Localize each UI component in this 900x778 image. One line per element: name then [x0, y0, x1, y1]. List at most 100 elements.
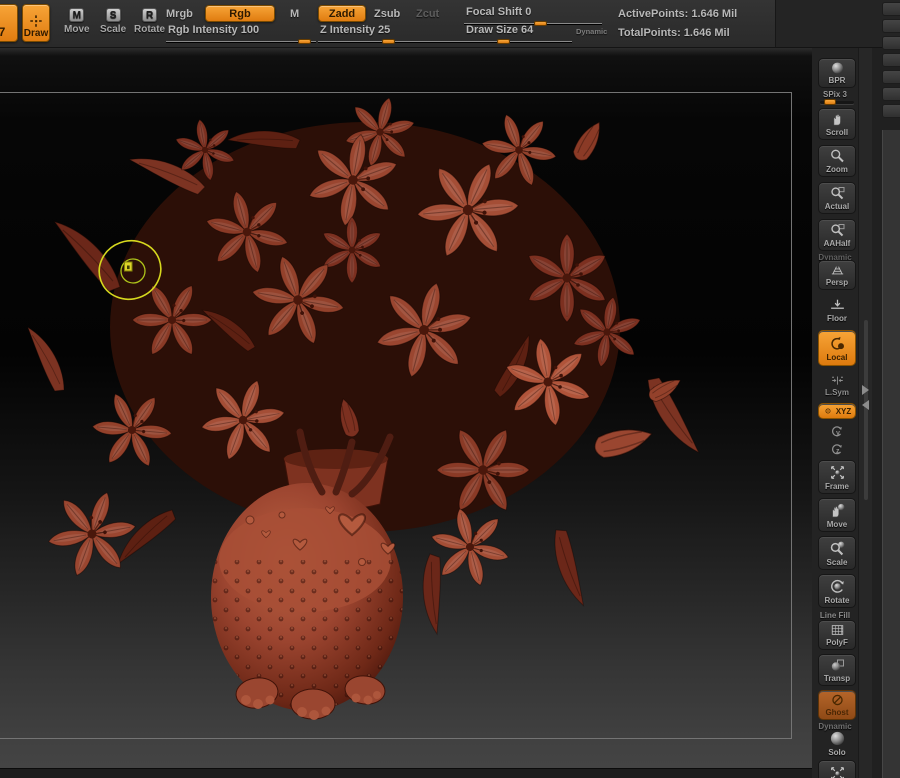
- aahalf-label: AAHalf: [823, 239, 851, 248]
- bottom-icon-bar[interactable]: [0, 768, 812, 778]
- rgb-intensity-label: Rgb Intensity 100: [168, 24, 260, 36]
- z-intensity-track: [318, 41, 480, 42]
- xyz-label: XYZ: [835, 406, 852, 416]
- move-badge-icon: M: [69, 8, 85, 22]
- frame-icon: [829, 765, 846, 778]
- scale-tool-label: Scale: [100, 24, 127, 35]
- shelf-solo-button[interactable]: Solo: [818, 730, 856, 757]
- rgb-intensity-track: [166, 41, 316, 42]
- local-symmetry-icon: [830, 374, 845, 387]
- frame-icon: [829, 464, 846, 481]
- bottom-icon-stub[interactable]: [240, 772, 252, 778]
- shelf-xyz-button[interactable]: XYZ: [818, 403, 856, 419]
- shelf-rotate-y-button[interactable]: y: [818, 424, 856, 438]
- draw-size-slider[interactable]: Draw Size 64: [464, 24, 572, 44]
- bottom-icon-stub[interactable]: [166, 772, 178, 778]
- zbrush-app: 7 Draw M Move S Scale R Rotate Mrgb Rgb …: [0, 0, 900, 778]
- tray-divider[interactable]: [858, 48, 872, 778]
- focal-shift-slider[interactable]: Focal Shift 0: [464, 6, 602, 26]
- line-fill-label: Line Fill: [819, 611, 851, 620]
- rotate-y-icon: y: [830, 424, 844, 437]
- right-tray-edge: [872, 48, 900, 778]
- floor-label: Floor: [827, 314, 847, 323]
- rotate-tool-label: Rotate: [134, 24, 166, 35]
- total-points-value: TotalPoints: 1.646 Mil: [618, 27, 730, 39]
- bottom-icon-stub[interactable]: [392, 772, 404, 778]
- scale-label: Scale: [826, 557, 848, 567]
- transp-label: Transp: [823, 674, 851, 683]
- lsym-label: L.Sym: [824, 388, 849, 397]
- rgb-intensity-slider[interactable]: Rgb Intensity 100: [166, 24, 316, 44]
- shelf-partial-button[interactable]: [818, 760, 856, 778]
- shelf-scrollbar[interactable]: [864, 320, 868, 500]
- bottom-icon-stub[interactable]: [318, 772, 330, 778]
- spix-label: SPix 3: [822, 90, 847, 99]
- mrgb-mode-button[interactable]: Mrgb: [166, 8, 193, 20]
- move-tool-label: Move: [64, 24, 90, 35]
- spix-slider[interactable]: [818, 99, 856, 105]
- bottom-icon-stub[interactable]: [718, 772, 730, 778]
- shelf-actual-button[interactable]: Actual: [818, 182, 856, 214]
- frame-label: Frame: [824, 481, 849, 491]
- draw-size-handle[interactable]: [496, 39, 510, 44]
- bpr-label: BPR: [828, 76, 846, 85]
- shelf-local-button[interactable]: Local: [818, 330, 856, 366]
- rotate-label: Rotate: [824, 595, 850, 605]
- svg-text:y: y: [836, 430, 840, 437]
- polyf-label: PolyF: [826, 638, 848, 647]
- transparency-icon: [829, 657, 846, 673]
- bottom-icon-stub[interactable]: [52, 772, 64, 778]
- local-label: Local: [826, 352, 848, 362]
- shelf-aahalf-button[interactable]: AAHalf: [818, 219, 856, 251]
- right-shelf: BPR SPix 3 Scroll Zoom Actual AAHalf Dyn…: [812, 48, 858, 778]
- rgb-intensity-handle[interactable]: [298, 39, 311, 44]
- shelf-floor-button[interactable]: Floor: [818, 296, 856, 323]
- shelf-zoom-button[interactable]: Zoom: [818, 145, 856, 177]
- magnifier-doc-icon: [829, 222, 846, 238]
- render-sphere-icon: [829, 61, 846, 75]
- z-intensity-slider[interactable]: Z Intensity 25: [318, 24, 480, 44]
- move-label: Move: [826, 519, 848, 529]
- shelf-scale-button[interactable]: Scale: [818, 536, 856, 570]
- spix-handle[interactable]: [824, 99, 837, 105]
- sculpt-model[interactable]: [0, 92, 795, 739]
- shelf-transp-button[interactable]: Transp: [818, 654, 856, 686]
- top-toolbar: 7 Draw M Move S Scale R Rotate Mrgb Rgb …: [0, 0, 775, 48]
- zoom-label: Zoom: [826, 165, 848, 174]
- zcut-mode-button[interactable]: Zcut: [416, 8, 439, 20]
- rotate-sphere-icon: [829, 578, 846, 595]
- shelf-polyf-button[interactable]: PolyF: [818, 620, 856, 650]
- shelf-frame-button[interactable]: Frame: [818, 460, 856, 494]
- rotate-tool-button[interactable]: R Rotate: [128, 7, 171, 36]
- z-intensity-label: Z Intensity 25: [320, 24, 391, 36]
- dynamic-mode-label[interactable]: Dynamic: [576, 27, 607, 36]
- shelf-lsym-button[interactable]: L.Sym: [818, 374, 856, 397]
- document-canvas[interactable]: [0, 48, 812, 778]
- shelf-move-button[interactable]: Move: [818, 498, 856, 532]
- move-tool-button[interactable]: M Move: [58, 7, 96, 36]
- draw-tool-button[interactable]: Draw: [22, 4, 50, 42]
- bottom-icon-stub[interactable]: [488, 772, 500, 778]
- persp-label: Persp: [825, 278, 849, 287]
- tray-open-arrow-icon[interactable]: [862, 385, 869, 395]
- shelf-bpr-button[interactable]: BPR: [818, 58, 856, 88]
- tray-close-arrow-icon[interactable]: [862, 400, 869, 410]
- ghost-label: Ghost: [825, 708, 849, 717]
- edge-brush-button[interactable]: 7: [0, 4, 18, 42]
- draw-tool-label: Draw: [23, 28, 49, 39]
- scroll-label: Scroll: [825, 128, 849, 137]
- rgb-mode-button[interactable]: Rgb: [205, 5, 275, 22]
- tray-mini-buttons[interactable]: [882, 2, 900, 118]
- shelf-rotate-z-button[interactable]: z: [818, 442, 856, 456]
- zsub-mode-button[interactable]: Zsub: [374, 8, 400, 20]
- scale-tool-button[interactable]: S Scale: [94, 7, 132, 36]
- shelf-ghost-button[interactable]: Ghost: [818, 690, 856, 720]
- m-mode-button[interactable]: M: [290, 8, 299, 20]
- magnifier-sphere-icon: [829, 540, 846, 557]
- shelf-scroll-button[interactable]: Scroll: [818, 108, 856, 140]
- z-intensity-handle[interactable]: [381, 39, 395, 44]
- magnifier-icon: [829, 148, 846, 164]
- shelf-persp-button[interactable]: Persp: [818, 260, 856, 290]
- shelf-rotate-button[interactable]: Rotate: [818, 574, 856, 608]
- zadd-mode-button[interactable]: Zadd: [318, 5, 366, 22]
